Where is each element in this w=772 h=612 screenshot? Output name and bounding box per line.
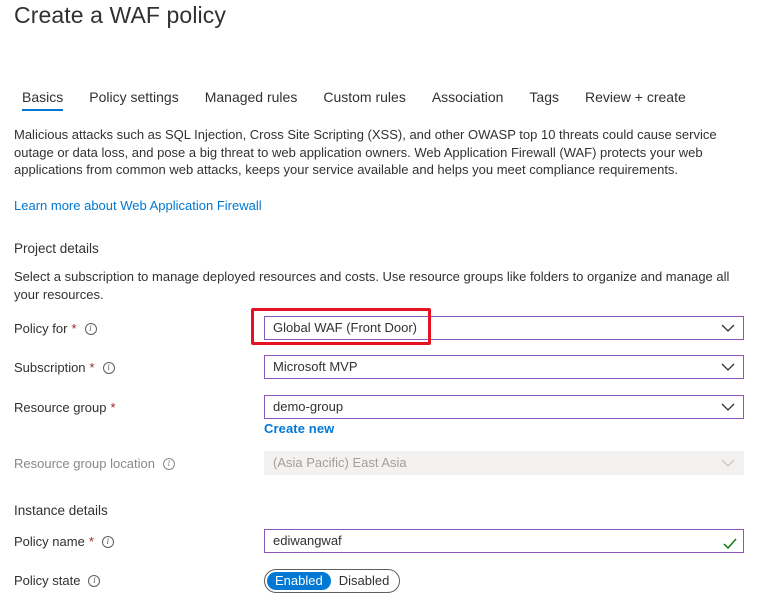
tab-bar: Basics Policy settings Managed rules Cus… [14,87,704,115]
chevron-down-icon [721,362,735,372]
policy-name-label: Policy name * i [14,534,114,549]
tab-custom-rules[interactable]: Custom rules [315,87,413,111]
checkmark-icon [723,535,737,557]
instance-details-heading: Instance details [14,503,108,518]
tab-managed-rules[interactable]: Managed rules [197,87,306,111]
policy-for-label: Policy for * i [14,321,97,336]
policy-for-value: Global WAF (Front Door) [273,320,417,335]
resource-group-label-text: Resource group [14,400,107,415]
policy-state-toggle[interactable]: Enabled Disabled [264,569,400,593]
info-icon[interactable]: i [88,574,101,587]
policy-state-label: Policy state i [14,573,101,588]
enabled-option[interactable]: Enabled [267,572,331,590]
subscription-label-text: Subscription [14,360,86,375]
required-marker: * [89,360,95,375]
resource-group-value: demo-group [273,399,344,414]
disabled-option[interactable]: Disabled [331,572,398,590]
project-details-heading: Project details [14,241,99,256]
page-title: Create a WAF policy [14,2,226,28]
tab-policy-settings[interactable]: Policy settings [81,87,186,111]
project-details-description: Select a subscription to manage deployed… [14,269,730,302]
resource-group-location-dropdown: (Asia Pacific) East Asia [264,451,744,475]
required-marker: * [88,534,94,549]
info-icon[interactable]: i [84,322,97,335]
resource-group-location-value: (Asia Pacific) East Asia [273,455,407,470]
required-marker: * [71,321,77,336]
tab-basics[interactable]: Basics [14,87,71,111]
policy-name-input[interactable]: ediwangwaf [264,529,744,553]
resource-group-location-label-text: Resource group location [14,456,155,471]
policy-state-label-text: Policy state [14,573,81,588]
tab-review-create[interactable]: Review + create [577,87,694,111]
info-icon[interactable]: i [102,361,115,374]
create-new-link[interactable]: Create new [264,421,334,436]
policy-name-label-text: Policy name [14,534,85,549]
resource-group-location-label: Resource group location i [14,456,175,471]
subscription-label: Subscription * i [14,360,115,375]
required-marker: * [110,400,116,415]
policy-for-label-text: Policy for [14,321,68,336]
policy-name-value: ediwangwaf [273,533,342,548]
tab-association[interactable]: Association [424,87,512,111]
intro-description: Malicious attacks such as SQL Injection,… [14,127,717,177]
resource-group-dropdown[interactable]: demo-group [264,395,744,419]
tab-tags[interactable]: Tags [521,87,567,111]
learn-more-link[interactable]: Learn more about Web Application Firewal… [14,198,262,213]
info-icon[interactable]: i [162,457,175,470]
subscription-dropdown[interactable]: Microsoft MVP [264,355,744,379]
chevron-down-icon [721,458,735,468]
chevron-down-icon [721,323,735,333]
chevron-down-icon [721,402,735,412]
resource-group-label: Resource group * [14,400,116,415]
subscription-value: Microsoft MVP [273,359,358,374]
info-icon[interactable]: i [101,535,114,548]
policy-for-dropdown[interactable]: Global WAF (Front Door) [264,316,744,340]
